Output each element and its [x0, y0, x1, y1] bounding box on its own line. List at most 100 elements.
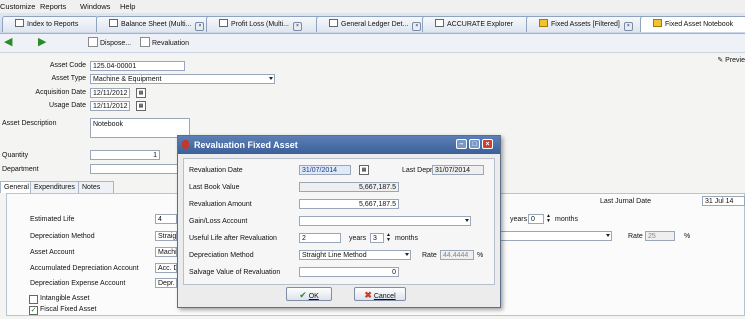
revaluation-amount-label: Revaluation Amount: [189, 201, 252, 208]
close-icon[interactable]: ×: [292, 22, 302, 31]
quantity-field[interactable]: 1: [90, 150, 160, 160]
last-book-value-label: Last Book Value: [189, 184, 240, 191]
years-label: years: [349, 235, 367, 242]
dispose-button[interactable]: Dispose...: [88, 37, 131, 49]
salvage-value-field[interactable]: 0: [299, 267, 399, 277]
close-icon[interactable]: ×: [482, 139, 493, 149]
fiscal-fixed-asset-label: Fiscal Fixed Asset: [40, 306, 97, 313]
last-jurnal-date-label: Last Jurnal Date: [600, 198, 651, 205]
cancel-button[interactable]: ✖ Cancel: [354, 287, 406, 301]
estimated-life-field[interactable]: 4: [155, 214, 177, 224]
department-field[interactable]: [90, 164, 180, 174]
years-label: years: [510, 216, 528, 223]
chevron-down-icon: [465, 219, 469, 222]
salvage-value-label: Salvage Value of Revaluation: [189, 269, 281, 276]
usage-date-field[interactable]: 12/11/2012: [90, 101, 130, 111]
acquisition-date-field[interactable]: 12/11/2012: [90, 88, 130, 98]
asset-code-label: Asset Code: [49, 62, 86, 69]
depreciation-method-select[interactable]: Straig: [155, 231, 177, 241]
depreciation-method-label: Depreciation Method: [30, 233, 95, 240]
months-label: months: [395, 235, 418, 242]
tab-index-to-reports[interactable]: Index to Reports: [2, 16, 98, 32]
useful-life-months-field[interactable]: 3: [370, 233, 384, 243]
tab-general[interactable]: General: [0, 181, 34, 193]
tab-fixed-asset-notebook[interactable]: Fixed Asset Notebook: [640, 16, 745, 32]
last-book-value-field: 5,667,187.5: [299, 182, 399, 192]
tab-balance-sheet[interactable]: Balance Sheet (Multi... ×: [96, 16, 220, 32]
close-icon[interactable]: ×: [195, 22, 205, 31]
tab-notes[interactable]: Notes: [78, 181, 114, 193]
last-jurnal-date-field: 31 Jul 14: [702, 196, 745, 206]
minimize-icon[interactable]: –: [456, 139, 467, 149]
asset-type-label: Asset Type: [51, 75, 86, 82]
dispose-icon: [88, 37, 98, 47]
revaluation-button[interactable]: Revaluation: [140, 37, 189, 49]
estimated-months-field[interactable]: 0: [528, 214, 544, 224]
useful-life-label: Useful Life after Revaluation: [189, 235, 277, 242]
depreciation-method-dropdown[interactable]: [500, 231, 612, 241]
rate-field: 44.4444: [440, 250, 474, 260]
revaluation-amount-field[interactable]: 5,667,187.5: [299, 199, 399, 209]
calendar-icon[interactable]: ▦: [359, 165, 369, 175]
intangible-asset-checkbox[interactable]: [29, 295, 38, 304]
chevron-down-icon: [405, 253, 409, 256]
department-label: Department: [2, 166, 39, 173]
accumulated-depreciation-field[interactable]: Acc. D: [155, 263, 177, 273]
depreciation-expense-field[interactable]: Depr.: [155, 278, 177, 288]
report-icon: [219, 19, 228, 27]
stepper-icon[interactable]: ▲ ▼: [545, 214, 552, 224]
revaluation-date-field[interactable]: 31/07/2014: [299, 165, 351, 175]
fixed-asset-icon: [539, 19, 548, 27]
forward-arrow-icon[interactable]: ▶: [38, 37, 50, 48]
toolbar: ◀ ▶ Dispose... Revaluation: [0, 34, 745, 53]
calendar-icon[interactable]: ▦: [136, 88, 146, 98]
tab-expenditures[interactable]: Expenditures: [30, 181, 82, 193]
menu-windows[interactable]: Windows: [80, 2, 110, 11]
checkmark-icon: ✔: [299, 290, 307, 300]
preview-icon: ✎: [717, 57, 724, 64]
close-icon[interactable]: ×: [623, 22, 633, 31]
menu-reports[interactable]: Reports: [40, 2, 66, 11]
ok-button[interactable]: ✔ OK: [286, 287, 332, 301]
last-depr-label: Last Depr: [402, 167, 433, 174]
report-icon: [109, 19, 118, 27]
menu-bar: Customize Reports Windows Help: [0, 0, 745, 14]
revaluation-icon: [140, 37, 150, 47]
preview-button[interactable]: ✎ Previe: [717, 56, 745, 64]
document-tab-bar: Index to Reports Balance Sheet (Multi...…: [0, 13, 745, 34]
maximize-icon[interactable]: □: [469, 139, 480, 149]
calendar-icon[interactable]: ▦: [136, 101, 146, 111]
tab-general-ledger[interactable]: General Ledger Det... ×: [316, 16, 436, 32]
acquisition-date-label: Acquisition Date: [35, 89, 86, 96]
months-label: months: [555, 216, 578, 223]
back-arrow-icon[interactable]: ◀: [4, 37, 16, 48]
depreciation-method-select[interactable]: Straight Line Method: [299, 250, 411, 260]
dialog-title-bar: Revaluation Fixed Asset – □ ×: [178, 136, 500, 154]
report-icon: [329, 19, 338, 27]
menu-help[interactable]: Help: [120, 2, 135, 11]
quantity-label: Quantity: [2, 152, 29, 159]
asset-description-field[interactable]: Notebook: [90, 118, 190, 138]
tab-accurate-explorer[interactable]: ACCURATE Explorer: [422, 16, 540, 32]
tab-profit-loss[interactable]: Profit Loss (Multi... ×: [206, 16, 330, 32]
estimated-life-label: Estimated Life: [30, 216, 75, 223]
asset-code-field[interactable]: 125.04-00001: [90, 61, 185, 71]
usage-date-label: Usage Date: [49, 102, 86, 109]
gain-loss-account-select[interactable]: [299, 216, 471, 226]
revaluation-dialog: Revaluation Fixed Asset – □ × Revaluatio…: [177, 135, 501, 308]
chevron-down-icon: [269, 77, 273, 80]
close-icon[interactable]: ×: [412, 22, 422, 31]
stepper-icon[interactable]: ▲ ▼: [385, 233, 392, 243]
accumulated-depreciation-label: Accumulated Depreciation Account: [30, 265, 139, 272]
asset-description-label: Asset Description: [2, 120, 57, 127]
asset-account-field[interactable]: Machi: [155, 247, 177, 257]
dialog-title: Revaluation Fixed Asset: [194, 140, 298, 150]
percent-label: %: [477, 252, 484, 259]
chevron-down-icon: [606, 234, 610, 237]
useful-life-years-field[interactable]: 2: [299, 233, 341, 243]
explorer-icon: [435, 19, 444, 27]
asset-type-select[interactable]: Machine & Equipment: [90, 74, 275, 84]
fiscal-fixed-asset-checkbox[interactable]: ✓: [29, 306, 38, 315]
tab-fixed-assets-filtered[interactable]: Fixed Assets [Filtered] ×: [526, 16, 656, 32]
menu-customize[interactable]: Customize: [0, 2, 35, 11]
